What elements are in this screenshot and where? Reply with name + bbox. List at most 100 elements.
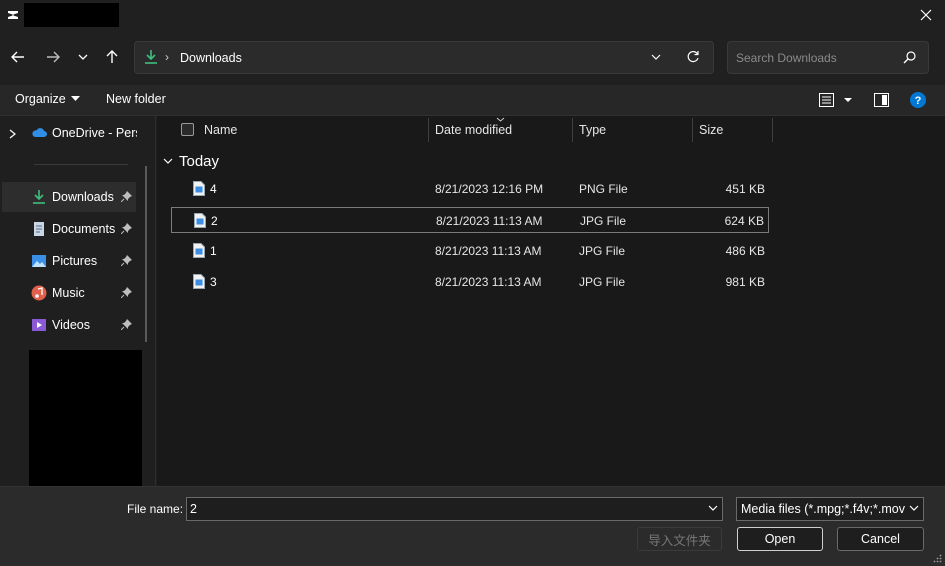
organize-label: Organize	[15, 92, 66, 106]
sidebar-item-documents[interactable]: Documents	[2, 214, 136, 244]
view-options-button[interactable]	[819, 93, 853, 110]
sidebar-item-label: Downloads	[52, 190, 114, 204]
command-bar: Organize New folder ?	[0, 85, 945, 116]
chevron-down-icon	[909, 505, 919, 511]
title-bar	[0, 0, 945, 31]
forward-button[interactable]	[42, 46, 64, 68]
sidebar-item-label: Music	[52, 286, 85, 300]
file-name-input[interactable]	[190, 501, 690, 517]
help-icon: ?	[910, 92, 926, 108]
search-box[interactable]	[727, 41, 929, 74]
new-folder-label: New folder	[106, 92, 166, 106]
image-file-icon	[193, 181, 205, 196]
file-size: 624 KB	[724, 214, 764, 228]
recent-locations-button[interactable]	[72, 46, 94, 68]
refresh-icon[interactable]	[686, 50, 700, 64]
preview-pane-button[interactable]	[874, 93, 889, 110]
chevron-down-icon	[78, 54, 88, 60]
capcut-app-icon	[5, 7, 21, 23]
file-type-filter[interactable]: Media files (*.mpg;*.f4v;*.mov;*	[736, 497, 924, 521]
picture-icon	[32, 255, 46, 267]
organize-button[interactable]: Organize	[15, 92, 80, 106]
address-bar[interactable]: › Downloads	[134, 41, 714, 74]
search-input[interactable]	[736, 49, 901, 67]
pin-icon	[121, 287, 132, 298]
file-name: 3	[210, 275, 217, 289]
cancel-button[interactable]: Cancel	[837, 527, 924, 551]
open-button[interactable]: Open	[737, 527, 823, 551]
navigation-bar: › Downloads	[0, 31, 945, 85]
file-type: PNG File	[579, 182, 628, 196]
file-row[interactable]: 4 8/21/2023 12:16 PM PNG File 451 KB	[171, 176, 769, 202]
file-date: 8/21/2023 11:13 AM	[436, 214, 543, 228]
sidebar-item-label: Documents	[52, 222, 116, 236]
file-name: 4	[210, 182, 217, 196]
document-icon	[34, 222, 44, 236]
pin-icon	[121, 191, 132, 202]
navigation-pane: OneDrive - Perso Downloads Documents Pic…	[0, 116, 156, 486]
file-name-label: File name:	[127, 502, 184, 516]
file-type-filter-value: Media files (*.mpg;*.f4v;*.mov;*	[741, 502, 906, 516]
column-header-name[interactable]: Name	[200, 116, 428, 143]
breadcrumb-separator: ›	[165, 50, 169, 64]
file-name-combobox[interactable]	[186, 497, 723, 521]
file-date: 8/21/2023 11:13 AM	[435, 275, 542, 289]
sidebar-item-label: Videos	[52, 318, 90, 332]
up-button[interactable]	[101, 46, 123, 68]
file-type: JPG File	[579, 275, 626, 289]
sidebar-item-videos[interactable]: Videos	[2, 310, 136, 340]
caret-down-icon	[70, 96, 80, 101]
sidebar-item-label: OneDrive - Perso	[52, 126, 137, 140]
select-all-checkbox[interactable]	[181, 123, 194, 136]
file-list: Name Date modified Type Size Today 4 8/2…	[157, 116, 945, 486]
search-icon	[903, 51, 916, 64]
image-file-icon	[194, 213, 206, 228]
column-header-size[interactable]: Size	[693, 116, 772, 143]
back-button[interactable]	[7, 46, 29, 68]
file-type: JPG File	[579, 244, 626, 258]
file-name: 1	[210, 244, 217, 258]
file-date: 8/21/2023 12:16 PM	[435, 182, 544, 196]
dialog-footer: File name: Media files (*.mpg;*.f4v;*.mo…	[0, 486, 945, 566]
sidebar-item-downloads[interactable]: Downloads	[2, 182, 136, 212]
sidebar-item-onedrive[interactable]: OneDrive - Perso	[2, 118, 137, 148]
file-row[interactable]: 3 8/21/2023 11:13 AM JPG File 981 KB	[171, 269, 769, 295]
new-folder-button[interactable]: New folder	[106, 92, 166, 106]
file-type: JPG File	[580, 214, 627, 228]
breadcrumb-downloads[interactable]: Downloads	[180, 51, 242, 65]
music-icon	[31, 285, 47, 301]
file-date: 8/21/2023 11:13 AM	[435, 244, 542, 258]
close-button[interactable]	[913, 3, 939, 27]
chevron-down-icon[interactable]	[708, 505, 718, 512]
column-separator[interactable]	[772, 118, 773, 142]
column-header-date[interactable]: Date modified	[429, 116, 572, 143]
sidebar-item-label: Pictures	[52, 254, 98, 268]
image-file-icon	[193, 243, 205, 258]
file-row-selected[interactable]: 2 8/21/2023 11:13 AM JPG File 624 KB	[171, 207, 769, 233]
help-button[interactable]: ?	[910, 92, 926, 111]
group-header-today[interactable]: Today	[163, 153, 219, 170]
chevron-right-icon[interactable]	[9, 129, 16, 139]
download-icon	[145, 50, 157, 64]
pin-icon	[121, 255, 132, 266]
arrow-up-icon	[106, 50, 118, 63]
arrow-left-icon	[11, 51, 24, 63]
details-view-icon	[819, 93, 852, 107]
image-file-icon	[193, 274, 205, 289]
column-header-type[interactable]: Type	[573, 116, 692, 143]
sidebar-item-pictures[interactable]: Pictures	[2, 246, 136, 276]
sidebar-scrollbar[interactable]	[145, 166, 147, 342]
sidebar-item-music[interactable]: Music	[2, 278, 136, 308]
file-row[interactable]: 1 8/21/2023 11:13 AM JPG File 486 KB	[171, 238, 769, 264]
import-folder-button[interactable]: 导入文件夹	[637, 527, 722, 551]
preview-pane-icon	[874, 93, 889, 107]
file-name: 2	[211, 214, 218, 228]
group-label: Today	[179, 153, 220, 170]
file-size: 486 KB	[725, 244, 765, 258]
divider	[34, 164, 128, 165]
pin-icon	[121, 223, 132, 234]
chevron-down-icon[interactable]	[651, 52, 661, 62]
video-icon	[32, 319, 46, 331]
resize-grip-icon[interactable]	[933, 554, 942, 563]
download-icon	[33, 190, 45, 204]
